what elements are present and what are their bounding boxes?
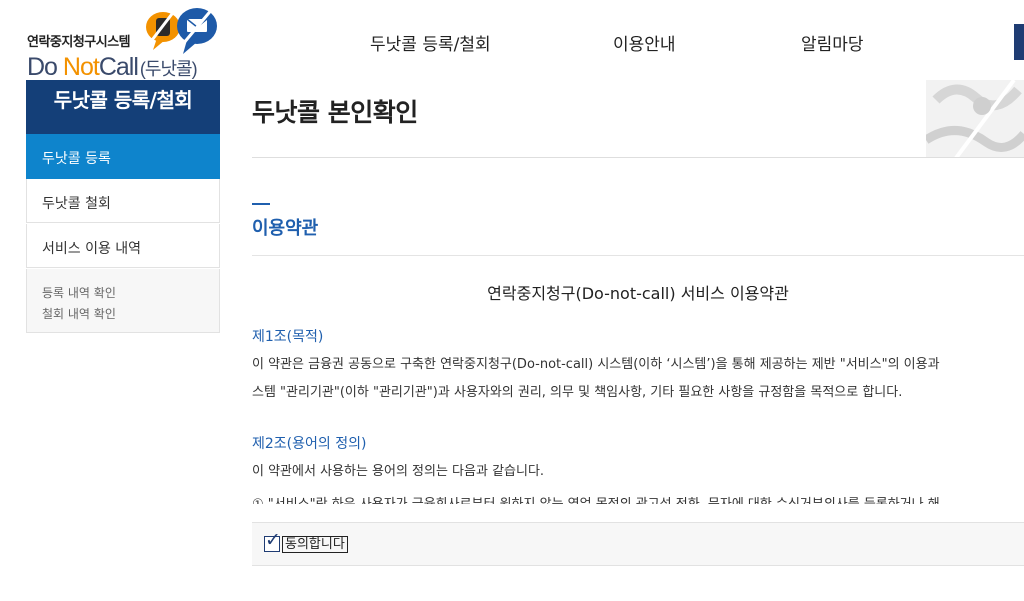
article-text: 이 약관은 금융권 공동으로 구축한 연락중지청구(Do-not-call) 시… xyxy=(252,357,940,372)
check-icon[interactable]: ✓ xyxy=(265,530,281,550)
article-text-clipped: ① "서비스"란 하은 사용자가 금융회사로부터 원하지 않는 영업 목적의 광… xyxy=(252,493,940,504)
logo-word-korean: (두낫콜) xyxy=(139,59,198,79)
nav-usage-guide[interactable]: 이용안내 xyxy=(613,30,676,55)
article-text: 이 약관에서 사용하는 용어의 정의는 다음과 같습니다. xyxy=(252,464,545,479)
article-text: 스템 "관리기관"(이하 "관리기관")과 사용자와의 권리, 의무 및 책임사… xyxy=(252,385,903,400)
article-heading: 제2조(용어의 정의) xyxy=(252,436,367,452)
nav-register-withdraw[interactable]: 두낫콜 등록/철회 xyxy=(370,30,491,55)
no-call-speech-bubbles-icon xyxy=(146,7,217,54)
section-divider xyxy=(252,255,1024,256)
article-heading: 제1조(목적) xyxy=(252,329,324,345)
agree-label[interactable]: 동의합니다 xyxy=(282,536,348,553)
logo-word-not: Not xyxy=(62,53,100,81)
decorative-banner-icon xyxy=(926,80,1024,158)
section-title: 이용약관 xyxy=(252,218,319,239)
sidebar-submenu xyxy=(26,269,220,333)
section-marker xyxy=(252,203,270,205)
sidebar-subitem-withdrawal-check[interactable]: 철회 내역 확인 xyxy=(42,305,116,322)
title-divider xyxy=(252,157,1024,158)
sidebar-item-label[interactable]: 두낫콜 등록 xyxy=(42,148,111,168)
page-title: 두낫콜 본인확인 xyxy=(252,98,418,127)
sidebar-item-label[interactable]: 두낫콜 철회 xyxy=(42,193,111,213)
sidebar-subitem-registration-check[interactable]: 등록 내역 확인 xyxy=(42,284,116,301)
nav-notice-board[interactable]: 알림마당 xyxy=(801,30,864,55)
agree-area xyxy=(252,522,1024,566)
site-logo[interactable]: Do NotCall (두낫콜) xyxy=(27,53,198,82)
logo-word-do: Do xyxy=(27,53,58,81)
terms-title: 연락중지청구(Do-not-call) 서비스 이용약관 xyxy=(487,284,789,303)
logo-subtitle: 연락중지청구시스템 xyxy=(27,35,131,50)
sidebar-title: 두낫콜 등록/철회 xyxy=(53,88,193,112)
logo-word-call: Call xyxy=(98,53,139,81)
nav-menu-edge[interactable] xyxy=(1014,24,1024,60)
sidebar-item-label[interactable]: 서비스 이용 내역 xyxy=(42,238,141,258)
